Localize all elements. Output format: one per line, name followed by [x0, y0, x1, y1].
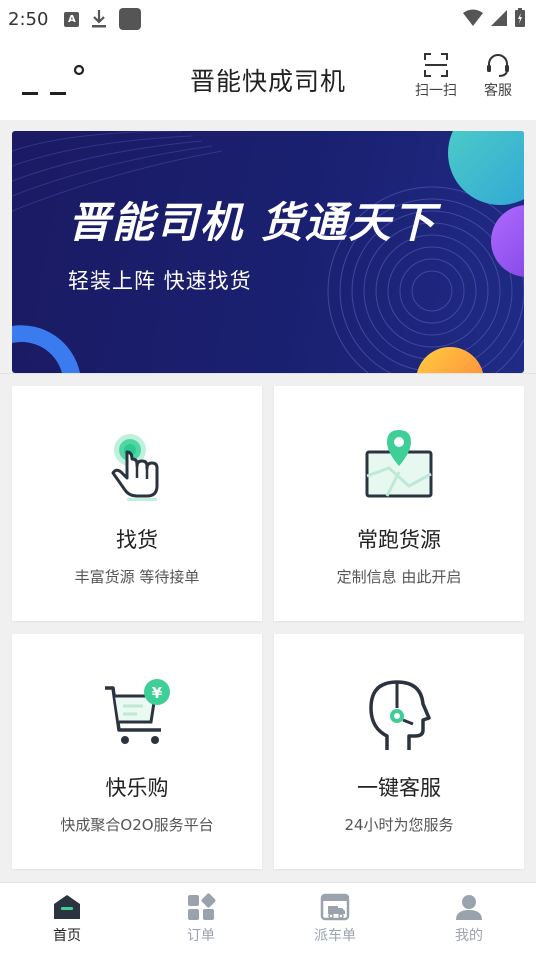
status-indicators — [462, 8, 526, 28]
card-description: 定制信息 由此开启 — [336, 568, 462, 586]
notification-app-icon: A — [64, 11, 80, 27]
card-title: 一键客服 — [357, 776, 441, 800]
nav-label: 派车单 — [314, 928, 356, 944]
download-icon — [91, 9, 107, 29]
tap-hand-icon — [111, 434, 159, 501]
head-service-icon — [369, 680, 431, 750]
customer-service-button[interactable]: 客服 — [472, 52, 524, 100]
card-title: 常跑货源 — [357, 528, 441, 552]
orders-icon — [188, 893, 216, 920]
divider — [0, 373, 536, 374]
nav-label: 首页 — [53, 928, 81, 944]
scan-button[interactable]: 扫一扫 — [410, 52, 462, 100]
dispatch-icon — [320, 893, 350, 921]
nav-home[interactable]: 首页 — [0, 883, 134, 954]
service-label: 客服 — [484, 83, 512, 99]
headset-icon — [487, 54, 509, 77]
banner-decoration — [12, 131, 524, 373]
profile-icon — [456, 895, 482, 920]
frequent-routes-card[interactable]: 常跑货源 定制信息 由此开启 — [274, 386, 524, 621]
card-title: 找货 — [116, 528, 158, 552]
nav-label: 我的 — [455, 928, 483, 944]
one-click-service-card[interactable]: 一键客服 24小时为您服务 — [274, 634, 524, 869]
shopping-cart-icon: ¥ — [105, 679, 170, 744]
status-time: 2:50 — [8, 8, 49, 30]
svg-text:¥: ¥ — [152, 684, 163, 702]
status-bar: 2:50 A — [0, 0, 536, 38]
scan-icon — [424, 53, 448, 77]
app-header: 晋能快成司机 扫一扫 客服 — [0, 38, 536, 120]
scan-label: 扫一扫 — [415, 83, 457, 99]
find-goods-card[interactable]: 找货 丰富货源 等待接单 — [12, 386, 262, 621]
bottom-navigation: 首页 订单 派车单 我的 — [0, 882, 536, 954]
wifi-icon — [463, 9, 483, 26]
nav-label: 订单 — [187, 928, 215, 944]
nav-profile[interactable]: 我的 — [402, 883, 536, 954]
card-description: 24小时为您服务 — [344, 816, 454, 834]
battery-icon — [515, 8, 525, 27]
signal-icon — [491, 10, 507, 26]
map-pin-icon — [365, 430, 433, 498]
promo-banner[interactable]: 晋能司机 货通天下 轻装上阵 快速找货 — [12, 131, 524, 373]
nav-dispatch[interactable]: 派车单 — [268, 883, 402, 954]
card-title: 快乐购 — [105, 776, 169, 800]
banner-subtitle: 轻装上阵 快速找货 — [68, 269, 252, 293]
home-icon — [54, 895, 80, 919]
notification-square-icon — [119, 8, 142, 30]
banner-title: 晋能司机 货通天下 — [68, 198, 437, 247]
card-description: 丰富货源 等待接单 — [74, 568, 200, 586]
card-description: 快成聚合O2O服务平台 — [60, 816, 214, 834]
happy-shopping-card[interactable]: ¥ 快乐购 快成聚合O2O服务平台 — [12, 634, 262, 869]
nav-orders[interactable]: 订单 — [134, 883, 268, 954]
